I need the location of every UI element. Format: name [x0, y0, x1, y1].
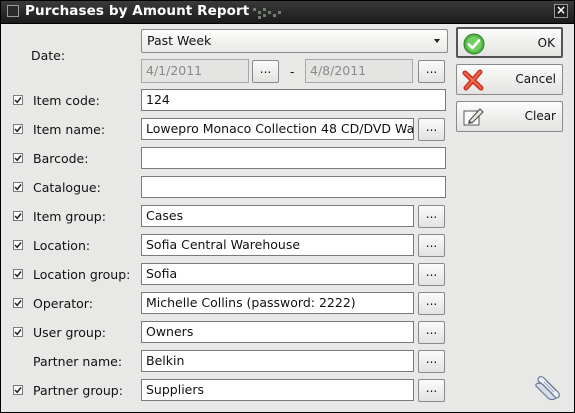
cancel-button-label: Cancel [515, 72, 556, 86]
chevron-down-icon [434, 39, 440, 43]
partner-group-picker-button[interactable]: ... [418, 379, 445, 402]
user-group-label: User group: [33, 325, 106, 340]
scroll-icon [535, 376, 560, 401]
window-menu-icon[interactable] [7, 5, 19, 17]
operator-picker-button[interactable]: ... [418, 292, 445, 315]
catalogue-checkbox[interactable] [13, 182, 23, 192]
location-group-picker-button[interactable]: ... [418, 263, 445, 286]
date-from-field[interactable]: 4/1/2011 [141, 59, 249, 83]
operator-label: Operator: [33, 296, 93, 311]
location-group-label: Location group: [33, 267, 131, 282]
window-title: Purchases by Amount Report [25, 3, 250, 19]
item-code-checkbox[interactable] [13, 95, 23, 105]
user-group-picker-button[interactable]: ... [418, 321, 445, 344]
clear-button-label: Clear [524, 109, 556, 123]
date-label: Date: [31, 48, 66, 63]
location-group-checkbox[interactable] [13, 269, 23, 279]
titlebar-grip-icon [253, 8, 281, 19]
operator-checkbox[interactable] [13, 298, 23, 308]
date-from-picker-button[interactable]: ... [252, 60, 279, 83]
item-group-picker-button[interactable]: ... [418, 205, 445, 228]
operator-field[interactable]: Michelle Collins (password: 2222) [141, 292, 414, 314]
item-name-checkbox[interactable] [13, 124, 23, 134]
partner-group-field[interactable]: Suppliers [141, 379, 414, 401]
location-group-field[interactable]: Sofia [141, 263, 414, 285]
partner-name-label: Partner name: [33, 354, 123, 369]
location-field[interactable]: Sofia Central Warehouse [141, 234, 414, 256]
user-group-checkbox[interactable] [13, 327, 23, 337]
barcode-field[interactable] [141, 147, 446, 169]
partner-name-picker-button[interactable]: ... [418, 350, 445, 373]
ok-button[interactable]: OK [456, 27, 563, 58]
ok-button-label: OK [537, 36, 555, 50]
item-group-label: Item group: [33, 209, 106, 224]
location-label: Location: [33, 238, 91, 253]
item-name-picker-button[interactable]: ... [418, 118, 445, 141]
location-picker-button[interactable]: ... [418, 234, 445, 257]
item-name-field[interactable]: Lowepro Monaco Collection 48 CD/DVD Wall… [141, 118, 414, 140]
date-to-picker-button[interactable]: ... [418, 60, 445, 83]
partner-name-field[interactable]: Belkin [141, 350, 414, 372]
date-period-value: Past Week [147, 33, 212, 48]
partner-group-checkbox[interactable] [13, 385, 23, 395]
catalogue-field[interactable] [141, 176, 446, 198]
date-period-dropdown[interactable]: Past Week [141, 29, 448, 53]
report-form: Date: Past Week 4/1/2011 ... - 4/8/2011 … [5, 24, 570, 409]
barcode-checkbox[interactable] [13, 153, 23, 163]
partner-group-label: Partner group: [33, 383, 123, 398]
clear-button[interactable]: Clear [456, 101, 563, 132]
close-button[interactable]: × [554, 4, 568, 18]
report-window: Purchases by Amount Report × Date: Past … [0, 0, 575, 413]
item-name-label: Item name: [33, 122, 106, 137]
catalogue-label: Catalogue: [33, 180, 101, 195]
user-group-field[interactable]: Owners [141, 321, 414, 343]
item-code-field[interactable]: 124 [141, 89, 446, 111]
cancel-button[interactable]: Cancel [456, 64, 563, 95]
date-range-separator: - [290, 65, 295, 79]
location-checkbox[interactable] [13, 240, 23, 250]
barcode-label: Barcode: [33, 151, 89, 166]
item-code-label: Item code: [33, 93, 100, 108]
title-bar[interactable]: Purchases by Amount Report × [1, 1, 574, 24]
item-group-field[interactable]: Cases [141, 205, 414, 227]
item-group-checkbox[interactable] [13, 211, 23, 221]
date-to-field[interactable]: 4/8/2011 [305, 59, 413, 83]
